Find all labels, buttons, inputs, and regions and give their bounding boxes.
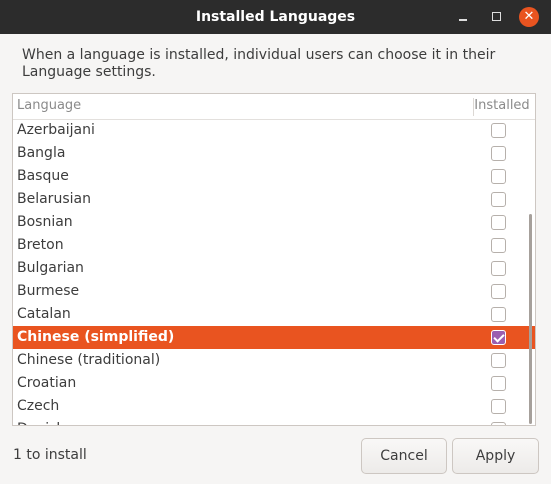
language-label: Bangla bbox=[17, 145, 66, 161]
installed-checkbox[interactable] bbox=[491, 123, 506, 138]
list-item[interactable]: Czech bbox=[13, 395, 535, 418]
language-label: Catalan bbox=[17, 306, 71, 322]
list-header: Language Installed bbox=[13, 94, 535, 120]
installed-checkbox[interactable] bbox=[491, 376, 506, 391]
list-item[interactable]: Bosnian bbox=[13, 211, 535, 234]
install-status: 1 to install bbox=[13, 447, 87, 463]
list-item[interactable]: Burmese bbox=[13, 280, 535, 303]
list-item[interactable]: Bulgarian bbox=[13, 257, 535, 280]
description-text: When a language is installed, individual… bbox=[22, 47, 496, 80]
language-label: Czech bbox=[17, 398, 60, 414]
list-item[interactable]: Chinese (simplified) bbox=[13, 326, 535, 349]
close-icon[interactable]: ✕ bbox=[515, 0, 543, 34]
installed-checkbox[interactable] bbox=[491, 307, 506, 322]
language-label: Azerbaijani bbox=[17, 122, 95, 138]
apply-button[interactable]: Apply bbox=[452, 438, 539, 474]
language-label: Basque bbox=[17, 168, 69, 184]
list-item[interactable]: Basque bbox=[13, 165, 535, 188]
list-item[interactable]: Croatian bbox=[13, 372, 535, 395]
installed-checkbox[interactable] bbox=[491, 215, 506, 230]
maximize-icon[interactable] bbox=[483, 0, 511, 34]
installed-checkbox[interactable] bbox=[491, 330, 506, 345]
list-item[interactable]: Belarusian bbox=[13, 188, 535, 211]
language-label: Danish bbox=[17, 421, 65, 425]
list-item[interactable]: Breton bbox=[13, 234, 535, 257]
language-label: Belarusian bbox=[17, 191, 91, 207]
languages-list[interactable]: Language Installed Azerbaijani Bangla Basq… bbox=[12, 93, 536, 426]
installed-checkbox[interactable] bbox=[491, 399, 506, 414]
installed-checkbox[interactable] bbox=[491, 261, 506, 276]
language-label: Chinese (traditional) bbox=[17, 352, 161, 368]
minimize-icon[interactable] bbox=[449, 0, 477, 34]
list-rows: Azerbaijani Bangla Basque Belarusian Bosnian… bbox=[13, 119, 535, 425]
language-label: Bulgarian bbox=[17, 260, 84, 276]
title-bar: Installed Languages ✕ bbox=[0, 0, 551, 34]
language-label: Burmese bbox=[17, 283, 80, 299]
column-header-language[interactable]: Language bbox=[17, 98, 81, 113]
installed-checkbox[interactable] bbox=[491, 192, 506, 207]
scrollbar[interactable] bbox=[529, 214, 532, 424]
list-item[interactable]: Danish bbox=[13, 418, 535, 425]
cancel-button[interactable]: Cancel bbox=[361, 438, 447, 474]
language-label: Bosnian bbox=[17, 214, 73, 230]
list-item[interactable]: Azerbaijani bbox=[13, 119, 535, 142]
list-item[interactable]: Chinese (traditional) bbox=[13, 349, 535, 372]
installed-checkbox[interactable] bbox=[491, 284, 506, 299]
column-header-installed[interactable]: Installed bbox=[468, 98, 535, 113]
language-label: Chinese (simplified) bbox=[17, 329, 175, 345]
list-item[interactable]: Catalan bbox=[13, 303, 535, 326]
installed-checkbox[interactable] bbox=[491, 238, 506, 253]
installed-checkbox[interactable] bbox=[491, 422, 506, 425]
language-label: Breton bbox=[17, 237, 64, 253]
installed-checkbox[interactable] bbox=[491, 353, 506, 368]
installed-checkbox[interactable] bbox=[491, 146, 506, 161]
language-label: Croatian bbox=[17, 375, 77, 391]
installed-checkbox[interactable] bbox=[491, 169, 506, 184]
close-glyph: ✕ bbox=[523, 9, 535, 24]
list-item[interactable]: Bangla bbox=[13, 142, 535, 165]
